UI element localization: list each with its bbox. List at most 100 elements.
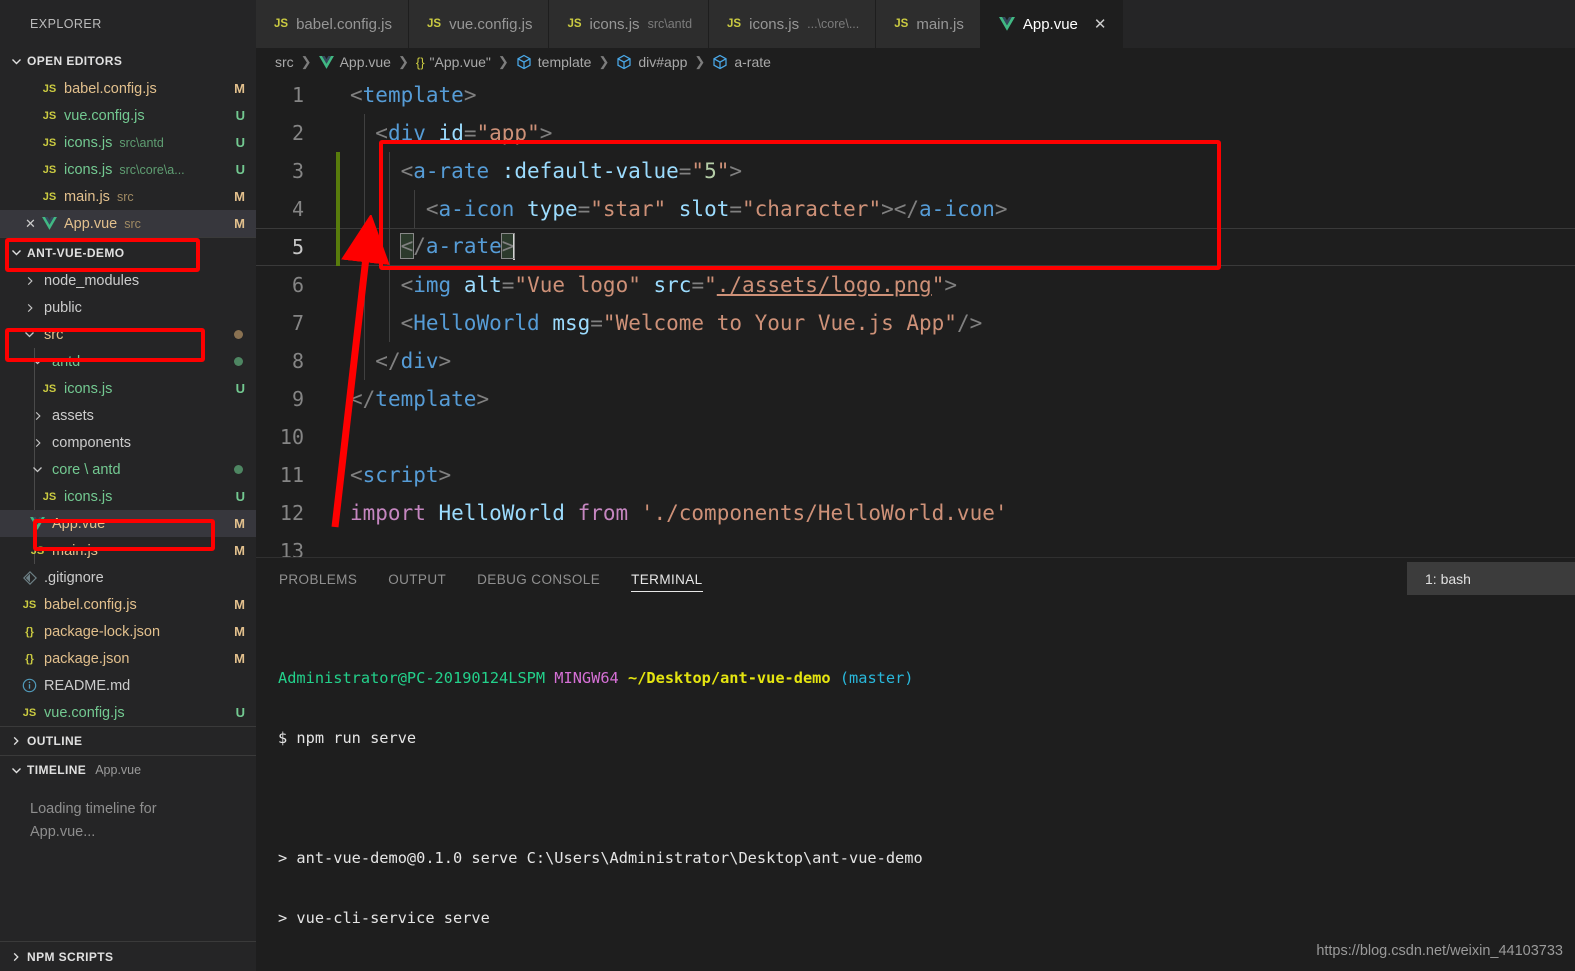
git-status-badge: M (234, 651, 245, 666)
tree-item-package-json[interactable]: {} package.json M (0, 645, 256, 672)
terminal-line: > ant-vue-demo@0.1.0 serve C:\Users\Admi… (278, 849, 923, 867)
git-status-badge: M (234, 543, 245, 558)
open-editor-item-active[interactable]: ✕ App.vue src M (0, 210, 256, 237)
explorer-title: EXPLORER (0, 0, 256, 47)
tree-item-babel-config[interactable]: JS babel.config.js M (0, 591, 256, 618)
symbol-module-icon (516, 54, 532, 70)
open-editor-item[interactable]: JS icons.js src\core\a... U (0, 156, 256, 183)
section-open-editors[interactable]: OPEN EDITORS (0, 47, 256, 75)
breadcrumb-item-app-vue-symbol[interactable]: {} "App.vue" (416, 54, 491, 70)
terminal-output[interactable]: Administrator@PC-20190124LSPM MINGW64 ~/… (256, 600, 1575, 971)
tree-item-readme[interactable]: README.md (0, 672, 256, 699)
close-icon[interactable]: ✕ (21, 216, 40, 232)
tab-babel-config-js[interactable]: JS babel.config.js (256, 0, 409, 48)
breadcrumb-item-template[interactable]: template (516, 54, 592, 70)
folder-name: src (44, 326, 64, 343)
folder-name: public (44, 299, 82, 316)
symbol-module-icon (616, 54, 632, 70)
tab-icons-js-antd[interactable]: JS icons.js src\antd (549, 0, 710, 48)
section-outline[interactable]: OUTLINE (0, 726, 256, 755)
timeline-file-name: App.vue (95, 763, 142, 777)
open-editor-item[interactable]: JS icons.js src\antd U (0, 129, 256, 156)
file-name: package-lock.json (44, 623, 161, 640)
tree-item-assets[interactable]: assets (0, 402, 256, 429)
open-editor-item[interactable]: JS babel.config.js M (0, 75, 256, 102)
tree-item-vue-config[interactable]: JS vue.config.js U (0, 699, 256, 726)
open-editor-item[interactable]: JS main.js src M (0, 183, 256, 210)
chevron-down-icon (8, 245, 24, 261)
open-editor-item[interactable]: JS vue.config.js U (0, 102, 256, 129)
tree-item-node_modules[interactable]: node_modules (0, 267, 256, 294)
tree-item-public[interactable]: public (0, 294, 256, 321)
tree-item-src[interactable]: src (0, 321, 256, 348)
tree-item-gitignore[interactable]: .gitignore (0, 564, 256, 591)
tab-label: icons.js (589, 15, 640, 33)
breadcrumb-item-div-app[interactable]: div#app (616, 54, 687, 70)
terminal-branch: (master) (839, 669, 914, 687)
git-status-badge: M (234, 597, 245, 612)
panel-tab-terminal[interactable]: TERMINAL (631, 558, 704, 600)
tree-item-package-lock[interactable]: {} package-lock.json M (0, 618, 256, 645)
line-number: 11 (279, 463, 304, 487)
chevron-down-icon (8, 53, 24, 69)
code-line-5: 5 </a-rate> (256, 228, 1575, 266)
panel-tab-debug-console[interactable]: DEBUG CONSOLE (477, 558, 600, 600)
git-status-dot (234, 465, 243, 474)
js-icon: JS (30, 544, 45, 557)
tab-icons-js-core[interactable]: JS icons.js ...\core\... (709, 0, 877, 48)
terminal-line: > vue-cli-service serve (278, 909, 490, 927)
section-npm-scripts[interactable]: NPM SCRIPTS (0, 941, 256, 971)
code-line-6: 6 <img alt="Vue logo" src="./assets/logo… (256, 266, 1575, 304)
tab-app-vue[interactable]: App.vue ✕ (980, 0, 1124, 48)
tree-item-icons-js-antd[interactable]: JS icons.js U (0, 375, 256, 402)
chevron-right-icon (20, 276, 39, 286)
tree-item-icons-js-core[interactable]: JS icons.js U (0, 483, 256, 510)
terminal-cwd: ~/Desktop/ant-vue-demo (627, 669, 831, 687)
json-icon: {} (25, 652, 34, 665)
code-line-7: 7 <HelloWorld msg="Welcome to Your Vue.j… (256, 304, 1575, 342)
section-timeline[interactable]: TIMELINE App.vue (0, 755, 256, 784)
git-status-badge: M (234, 624, 245, 639)
js-icon: JS (274, 18, 289, 30)
panel-tab-bar: PROBLEMS OUTPUT DEBUG CONSOLE TERMINAL 1… (256, 558, 1575, 600)
chevron-right-icon (8, 949, 24, 965)
code-line-11: 11 <script> (256, 456, 1575, 494)
tab-main-js[interactable]: JS main.js (876, 0, 981, 48)
git-status-badge: U (235, 135, 245, 150)
js-icon: JS (894, 18, 909, 30)
breadcrumb-label: App.vue (339, 54, 391, 70)
json-icon: {} (415, 54, 425, 70)
breadcrumb-item-src[interactable]: src (275, 54, 294, 70)
tab-label: App.vue (1022, 15, 1078, 33)
section-project-root[interactable]: ANT-VUE-DEMO (0, 237, 256, 267)
js-icon: JS (42, 109, 57, 122)
breadcrumb-label: div#app (638, 54, 688, 70)
tab-label: icons.js (749, 15, 800, 33)
file-name: main.js (52, 542, 98, 559)
breadcrumb-label: template (537, 54, 592, 70)
code-editor[interactable]: 1 <template> 2 <div id="app"> 3 <a-rate … (256, 76, 1575, 557)
chevron-right-icon (28, 438, 47, 448)
js-icon: JS (42, 82, 57, 95)
breadcrumb-separator-icon: ❯ (397, 54, 409, 69)
tab-vue-config-js[interactable]: JS vue.config.js (408, 0, 550, 48)
file-path: src (124, 216, 141, 231)
code-line-13: 13 (256, 532, 1575, 557)
breadcrumb-separator-icon: ❯ (598, 54, 610, 69)
breadcrumb-item-app-vue[interactable]: App.vue (318, 54, 391, 70)
terminal-instance-selector[interactable]: 1: bash (1407, 562, 1575, 595)
tree-item-antd[interactable]: antd (0, 348, 256, 375)
line-number: 10 (279, 425, 304, 449)
tree-item-app-vue[interactable]: App.vue M (0, 510, 256, 537)
tree-item-main-js[interactable]: JS main.js M (0, 537, 256, 564)
breadcrumb-item-a-rate[interactable]: a-rate (712, 54, 771, 70)
tab-close-icon[interactable]: ✕ (1094, 17, 1107, 32)
tree-item-components[interactable]: components (0, 429, 256, 456)
file-name: icons.js (64, 161, 113, 178)
project-root-label: ANT-VUE-DEMO (27, 245, 125, 260)
code-line-10: 10 (256, 418, 1575, 456)
panel-tab-problems[interactable]: PROBLEMS (279, 558, 357, 600)
panel-tab-output[interactable]: OUTPUT (388, 558, 446, 600)
line-number: 7 (291, 311, 304, 335)
tree-item-core-antd[interactable]: core \ antd (0, 456, 256, 483)
